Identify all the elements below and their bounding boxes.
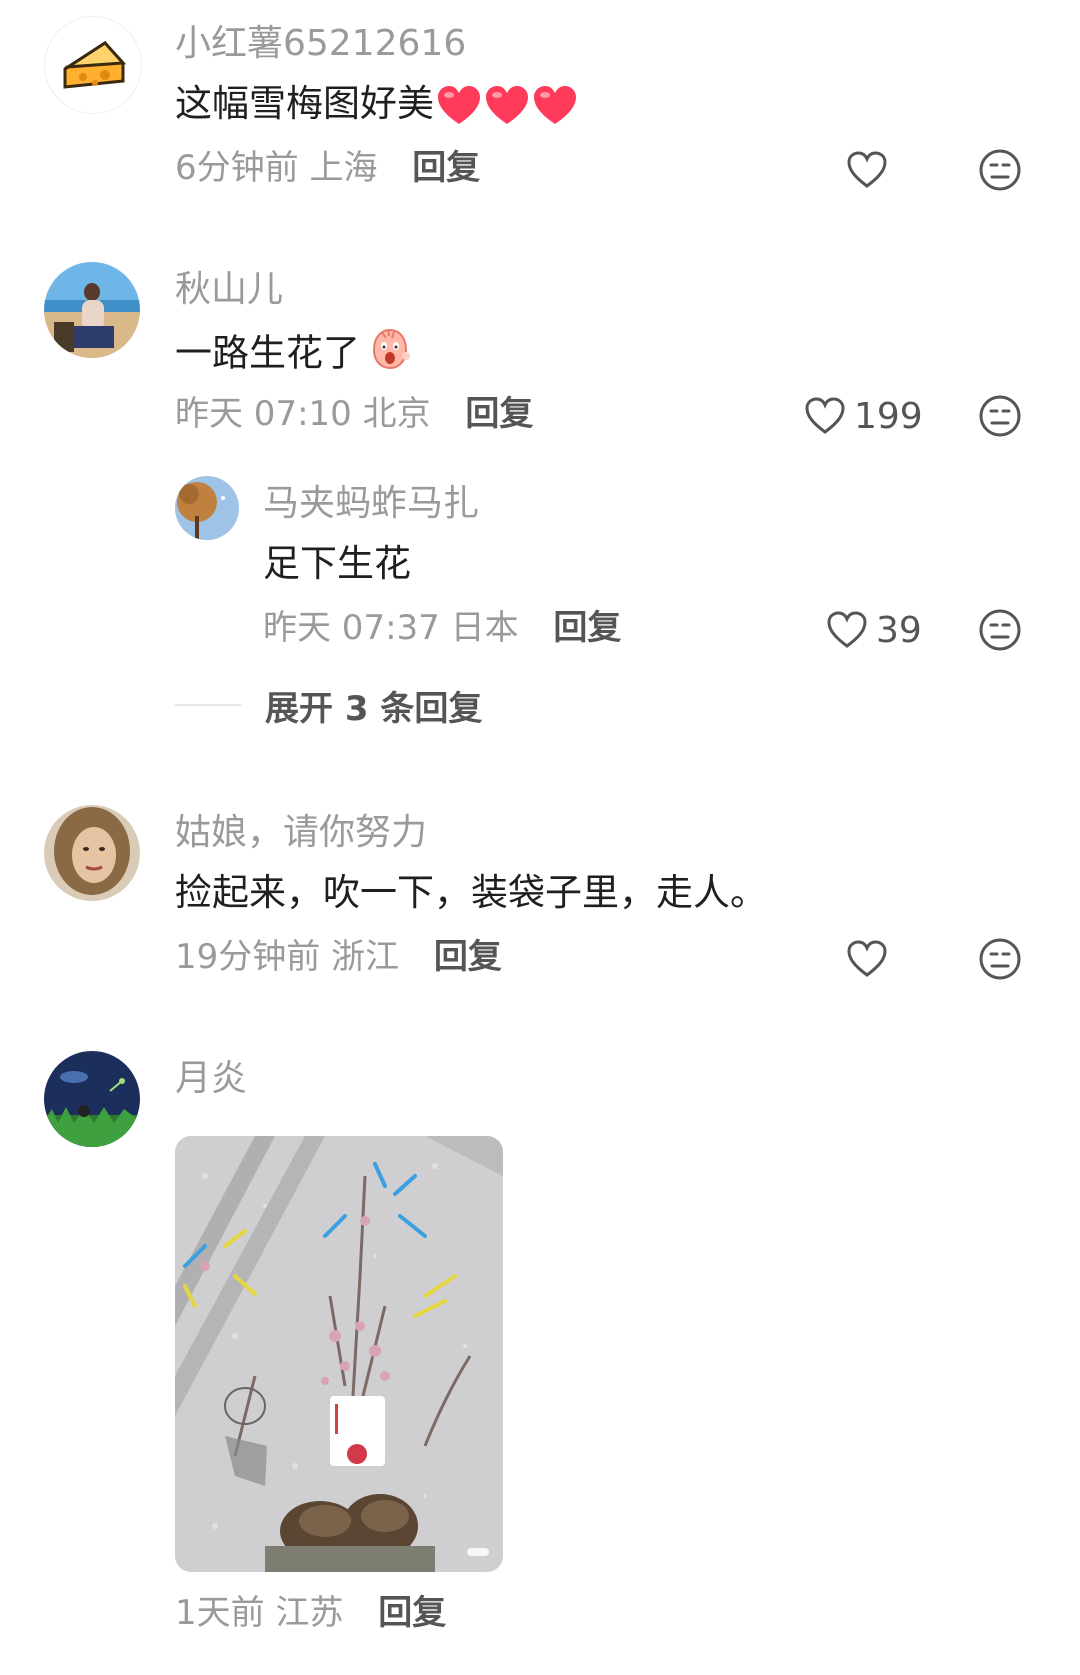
comment-location: 浙江 [331, 937, 400, 977]
sub-reply-location: 日本 [450, 608, 519, 648]
sub-reply-username[interactable]: 马夹蚂蚱马扎 [263, 482, 479, 526]
comment-username[interactable]: 秋山儿 [175, 268, 283, 312]
neutral-face-icon [979, 149, 1021, 191]
reply-button[interactable]: 回复 [465, 394, 533, 434]
comment-meta: 昨天 07:10 北京 回复 [175, 392, 533, 436]
avatar[interactable] [44, 805, 140, 901]
surprised-face-emoji [366, 326, 414, 384]
comment-location: 北京 [362, 394, 431, 434]
neutral-face-icon [979, 609, 1021, 651]
comment-time: 1天前 [175, 1593, 265, 1633]
dislike-button[interactable] [978, 608, 1022, 652]
like-button[interactable] [846, 148, 896, 192]
comment-username[interactable]: 月炎 [175, 1057, 247, 1101]
comment-text-body: 这幅雪梅图好美 [175, 82, 434, 125]
heart-outline-icon [847, 940, 887, 977]
dislike-button[interactable] [978, 394, 1022, 438]
sub-reply-time: 昨天 07:37 [263, 608, 440, 648]
heart-emoji [482, 82, 530, 125]
portrait-avatar-image [44, 805, 140, 901]
comment-text: 捡起来，吹一下，装袋子里，走人。 [175, 871, 767, 914]
avatar[interactable] [175, 476, 239, 540]
heart-emoji [530, 82, 578, 125]
comment-location: 江苏 [275, 1593, 344, 1633]
cheese-avatar-image [45, 17, 141, 113]
comment-text: 这幅雪梅图好美 [175, 80, 578, 128]
comment-image[interactable] [175, 1136, 503, 1572]
like-count: 39 [876, 609, 922, 651]
heart-outline-icon [805, 397, 845, 434]
heart-outline-icon [827, 611, 867, 648]
neutral-face-icon [979, 938, 1021, 980]
comment-meta: 6分钟前 上海 回复 [175, 146, 480, 190]
comment-location: 上海 [309, 148, 378, 188]
comment-meta: 19分钟前 浙江 回复 [175, 935, 502, 979]
like-button[interactable] [846, 937, 896, 981]
reply-button[interactable]: 回复 [434, 937, 502, 977]
comment-meta: 1天前 江苏 回复 [175, 1591, 446, 1635]
beach-avatar-image [44, 262, 140, 358]
avatar[interactable] [44, 262, 140, 358]
dislike-button[interactable] [978, 937, 1022, 981]
heart-outline-icon [847, 151, 887, 188]
sub-reply-meta: 昨天 07:37 日本 回复 [263, 606, 621, 650]
expand-divider [175, 704, 241, 706]
dislike-button[interactable] [978, 148, 1022, 192]
sub-reply-text: 足下生花 [263, 542, 411, 585]
heart-emoji [434, 82, 482, 125]
tree-avatar-image [175, 476, 239, 540]
reply-button[interactable]: 回复 [553, 608, 621, 648]
comment-username[interactable]: 姑娘，请你努力 [175, 811, 427, 855]
reply-button[interactable]: 回复 [378, 1593, 446, 1633]
expand-replies-button[interactable]: 展开 3 条回复 [175, 683, 483, 729]
comment-text-body: 一路生花了 [175, 331, 360, 375]
avatar[interactable] [44, 1051, 140, 1147]
snow-plum-blossom-photo [175, 1136, 503, 1572]
expand-replies-label: 展开 3 条回复 [265, 688, 483, 729]
like-count: 199 [854, 395, 923, 437]
comment-time: 昨天 07:10 [175, 394, 352, 434]
neutral-face-icon [979, 395, 1021, 437]
reply-button[interactable]: 回复 [412, 148, 480, 188]
comment-time: 6分钟前 [175, 148, 299, 188]
comment-username[interactable]: 小红薯65212616 [175, 22, 466, 66]
like-button[interactable]: 39 [826, 608, 922, 652]
avatar[interactable] [44, 16, 142, 114]
night-scene-avatar-image [44, 1051, 140, 1147]
comment-time: 19分钟前 [175, 937, 321, 977]
comment-text: 一路生花了 [175, 326, 414, 384]
like-button[interactable]: 199 [804, 394, 923, 438]
